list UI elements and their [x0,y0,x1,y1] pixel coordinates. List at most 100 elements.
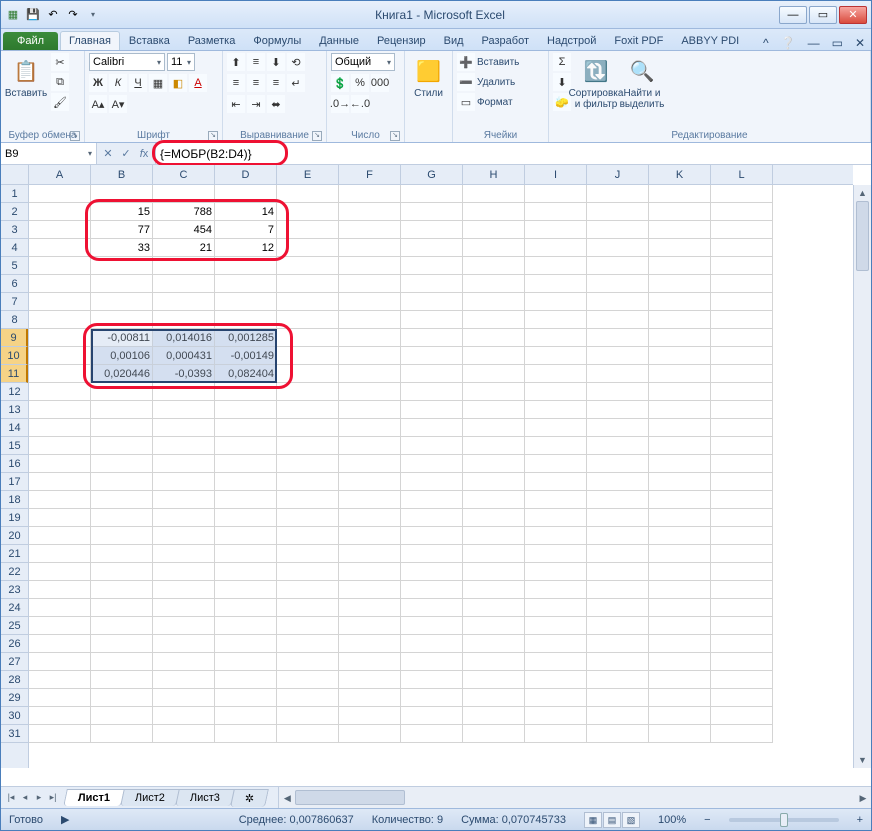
delete-cells-icon[interactable]: ➖ [457,73,475,91]
cell[interactable] [29,365,91,383]
cell[interactable] [649,581,711,599]
cell[interactable] [587,671,649,689]
cell[interactable] [215,671,277,689]
cell[interactable]: 0,020446 [91,365,153,383]
cell[interactable] [277,491,339,509]
underline-button[interactable]: Ч [129,74,147,92]
cell[interactable] [153,527,215,545]
cell[interactable] [153,707,215,725]
column-header[interactable]: H [463,165,525,184]
cell[interactable] [153,473,215,491]
row-header[interactable]: 9 [1,329,28,347]
cell[interactable] [587,185,649,203]
cell[interactable] [463,689,525,707]
cell[interactable] [153,725,215,743]
cell[interactable] [91,545,153,563]
cell[interactable] [587,581,649,599]
align-bottom-icon[interactable]: ⬇ [267,53,285,71]
tab-foxit[interactable]: Foxit PDF [605,31,672,50]
cell[interactable] [339,437,401,455]
cell[interactable] [339,221,401,239]
cell[interactable] [463,311,525,329]
cancel-formula-icon[interactable]: ✕ [101,147,115,160]
cell[interactable] [29,617,91,635]
cell[interactable] [29,293,91,311]
cell[interactable]: 12 [215,239,277,257]
cell[interactable] [649,419,711,437]
bold-button[interactable]: Ж [89,74,107,92]
cell[interactable] [277,545,339,563]
font-size-combo[interactable]: 11▾ [167,53,195,71]
cell[interactable] [401,257,463,275]
row-header[interactable]: 24 [1,599,28,617]
cell[interactable] [587,707,649,725]
cell[interactable] [215,185,277,203]
cell[interactable] [649,347,711,365]
zoom-level[interactable]: 100% [658,814,686,826]
cell[interactable] [29,599,91,617]
cell[interactable] [401,599,463,617]
cell[interactable] [587,401,649,419]
tab-developer[interactable]: Разработ [473,31,538,50]
zoom-out-icon[interactable]: − [704,814,710,826]
cell[interactable] [463,329,525,347]
tab-abbyy[interactable]: ABBYY PDI [672,31,748,50]
cell[interactable] [587,437,649,455]
cell[interactable] [587,563,649,581]
row-header[interactable]: 25 [1,617,28,635]
cell[interactable] [649,527,711,545]
cell[interactable] [463,401,525,419]
cell[interactable] [153,401,215,419]
accept-formula-icon[interactable]: ✓ [119,147,133,160]
cell[interactable] [91,707,153,725]
cell[interactable] [649,473,711,491]
cell[interactable] [339,653,401,671]
cell[interactable] [339,401,401,419]
increase-font-icon[interactable]: A▴ [89,95,107,113]
cell[interactable] [649,725,711,743]
cell[interactable] [463,635,525,653]
cell[interactable] [339,473,401,491]
cell[interactable] [277,563,339,581]
cell[interactable] [711,545,773,563]
cell[interactable] [339,689,401,707]
cell[interactable] [277,689,339,707]
cell[interactable] [525,293,587,311]
cell[interactable] [401,653,463,671]
cell[interactable] [711,419,773,437]
cell[interactable] [401,509,463,527]
cell[interactable]: 33 [91,239,153,257]
cell[interactable] [463,257,525,275]
cell[interactable] [649,689,711,707]
cell[interactable] [463,437,525,455]
cell[interactable] [153,437,215,455]
cell[interactable] [401,473,463,491]
cell[interactable] [215,689,277,707]
cell[interactable] [153,491,215,509]
cell[interactable] [277,329,339,347]
cell[interactable] [339,311,401,329]
cell[interactable] [215,563,277,581]
column-header[interactable]: J [587,165,649,184]
cell[interactable] [711,707,773,725]
workbook-restore-icon[interactable]: ▭ [826,36,849,50]
cell[interactable] [649,401,711,419]
cell[interactable] [401,671,463,689]
row-header[interactable]: 14 [1,419,28,437]
tab-view[interactable]: Вид [435,31,473,50]
cell[interactable] [463,275,525,293]
cell[interactable] [29,581,91,599]
row-header[interactable]: 5 [1,257,28,275]
cell[interactable] [463,185,525,203]
cell[interactable] [649,239,711,257]
cell[interactable] [649,185,711,203]
cell[interactable] [215,527,277,545]
cell[interactable]: -0,00149 [215,347,277,365]
cell[interactable] [711,221,773,239]
cell[interactable] [525,401,587,419]
cell[interactable] [215,311,277,329]
vscroll-thumb[interactable] [856,201,869,271]
cell[interactable] [649,275,711,293]
tab-home[interactable]: Главная [60,31,120,50]
cell[interactable] [525,581,587,599]
